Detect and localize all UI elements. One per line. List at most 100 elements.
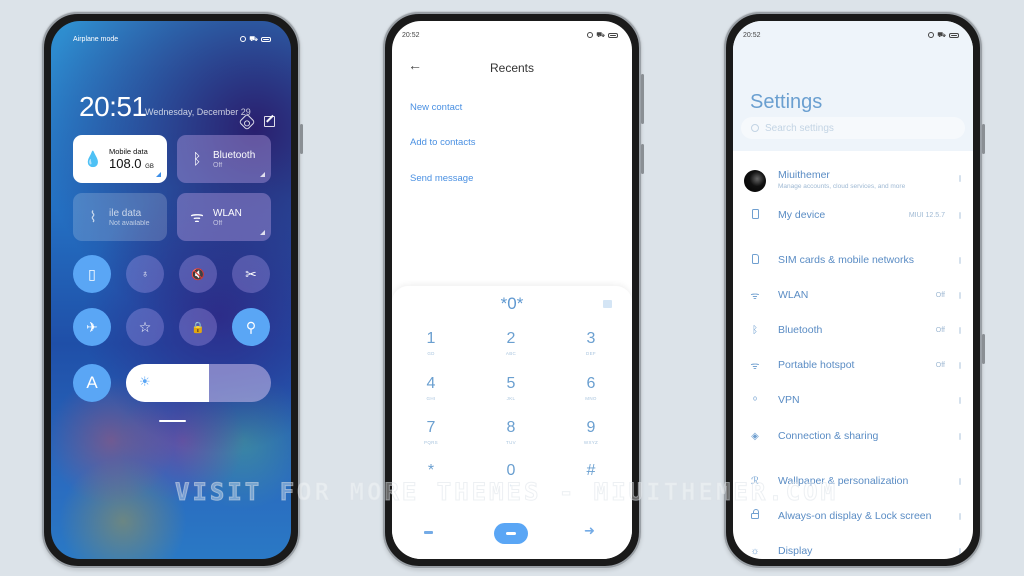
key-letters: GHI [426, 396, 436, 401]
drag-handle[interactable] [159, 420, 186, 422]
dial-key[interactable]: 3 DEF [561, 330, 621, 356]
status-bar: Airplane mode ⛟ [73, 33, 271, 45]
settings-item-always-on-display-lock-screen[interactable]: Always-on display & Lock screen [733, 504, 973, 528]
settings-item-wallpaper-personalization[interactable]: ℛ Wallpaper & personalization [733, 469, 973, 493]
settings-item-sim-cards-mobile-networks[interactable]: SIM cards & mobile networks [733, 248, 973, 272]
delete-icon[interactable] [603, 300, 612, 308]
tile-status: Not available [109, 219, 150, 227]
toggle-location[interactable]: ⚲ [232, 308, 270, 346]
auto-brightness-icon: A [86, 373, 98, 392]
settings-item-label: Display [778, 545, 813, 557]
water-drop-icon: 💧 [83, 151, 103, 168]
toggle-favorite[interactable]: ☆ [126, 308, 164, 346]
toggle-screenshot[interactable]: ✂ [232, 255, 270, 293]
account-subtitle: Manage accounts, cloud services, and mor… [778, 183, 906, 190]
key-letters: WXYZ [583, 440, 599, 445]
toggle-airplane[interactable]: ✈ [73, 308, 111, 346]
settings-item-label: Always-on display & Lock screen [778, 510, 932, 522]
dial-key[interactable]: 9 WXYZ [561, 419, 621, 445]
cart-icon: ⛟ [596, 31, 605, 39]
key-letters: DEF [586, 351, 596, 356]
settings-item-connection-sharing[interactable]: ◈ Connection & sharing [733, 424, 973, 448]
toggle-mute[interactable]: 🔇 [179, 255, 217, 293]
expand-corner-icon [260, 172, 265, 177]
dial-key[interactable]: # [561, 462, 621, 483]
settings-item-label: WLAN [778, 289, 809, 301]
settings-item-display[interactable]: ☼ Display [733, 539, 973, 559]
settings-item-wlan[interactable]: ᯤ WLAN Off [733, 283, 973, 307]
add-to-contacts-link[interactable]: Add to contacts [410, 137, 475, 148]
settings-item-value: Off [935, 326, 945, 334]
key-letters: TUV [506, 440, 516, 445]
wifi-icon: ᯤ [190, 209, 204, 226]
dial-key[interactable]: 6 MNO [561, 375, 621, 401]
settings-item-value: MIUI 12.5.7 [908, 211, 945, 219]
auto-brightness-button[interactable]: A [73, 364, 111, 402]
edit-icon[interactable] [264, 116, 275, 127]
display-icon: ☼ [750, 545, 760, 557]
key-digit: 9 [586, 419, 596, 436]
tile-title: ile data [109, 207, 142, 219]
key-digit: 5 [506, 375, 516, 392]
tile-bluetooth[interactable]: ᛒ Bluetooth Off [177, 135, 271, 183]
dial-key[interactable]: 7 PQRS [401, 419, 461, 445]
volume-button [641, 74, 644, 124]
alarm-icon [928, 32, 935, 38]
vpn-icon: ᵒ [753, 394, 757, 406]
settings-item-bluetooth[interactable]: ᛒ Bluetooth Off [733, 318, 973, 342]
settings-item-label: My device [778, 209, 826, 221]
toggle-lock[interactable]: 🔒 [179, 308, 217, 346]
toggle-flashlight[interactable]: ♁ [126, 255, 164, 293]
search-placeholder: Search settings [765, 122, 834, 134]
bluetooth-icon: ᛒ [752, 324, 758, 336]
key-digit: 6 [586, 375, 596, 392]
flashlight-icon: ♁ [141, 268, 149, 280]
avatar[interactable] [744, 170, 766, 192]
account-name[interactable]: Miuithemer [778, 169, 830, 181]
dial-input[interactable]: *0* [392, 294, 632, 314]
phone-dialer: 20:52 ⛟ ← Recents New contact Add to con… [383, 12, 644, 568]
tile-title: Bluetooth [213, 149, 256, 161]
dial-key[interactable]: 4 GHI [401, 375, 461, 401]
call-button[interactable] [494, 523, 528, 544]
send-message-link[interactable]: Send message [410, 173, 473, 184]
more-indicator [959, 512, 961, 520]
settings-item-value: Off [935, 361, 945, 369]
phone-control-center: Airplane mode ⛟ 20:51 Wednesday, Decembe… [42, 12, 303, 568]
dial-key[interactable]: 0 + [481, 462, 541, 488]
settings-item-vpn[interactable]: ᵒ VPN [733, 388, 973, 412]
battery-icon [949, 32, 959, 38]
new-contact-link[interactable]: New contact [410, 102, 462, 113]
settings-item-portable-hotspot[interactable]: ᯤ Portable hotspot Off [733, 353, 973, 377]
key-digit: 8 [506, 419, 516, 436]
status-bar: 20:52 ⛟ [743, 29, 959, 41]
favorite-icon: ☆ [138, 318, 152, 335]
dial-key[interactable]: 5 JKL [481, 375, 541, 401]
alarm-icon [240, 36, 247, 42]
data-usage-unit: GB [145, 164, 154, 170]
volume-button [982, 124, 985, 154]
more-indicator [959, 361, 961, 369]
dial-key[interactable]: 8 TUV [481, 419, 541, 445]
tile-wlan[interactable]: ᯤ WLAN Off [177, 193, 271, 241]
collapse-keypad-button[interactable] [424, 531, 433, 534]
more-indicator [959, 174, 961, 182]
search-input[interactable]: Search settings [741, 117, 965, 139]
clock-date: Wednesday, December 29 [145, 107, 251, 117]
status-bar: 20:52 ⛟ [402, 29, 618, 41]
brightness-slider[interactable]: ☀ [126, 364, 271, 402]
dial-key[interactable]: 1 GD [401, 330, 461, 356]
cart-icon: ⛟ [937, 31, 946, 39]
bluetooth-icon: ᛒ [192, 150, 202, 168]
settings-item-my-device[interactable]: My device MIUI 12.5.7 [733, 203, 973, 227]
airplane-icon: ✈ [86, 318, 98, 335]
dial-key[interactable]: 2 ABC [481, 330, 541, 356]
tile-mobile-data[interactable]: 💧 Mobile data 108.0 GB [73, 135, 167, 183]
toggle-vibrate[interactable]: ▯ [73, 255, 111, 293]
tile-mobile-data-unavailable[interactable]: ⌇ ile data Not available [73, 193, 167, 241]
more-indicator [959, 256, 961, 264]
forward-arrow-icon[interactable]: ➜ [584, 523, 595, 539]
settings-item-label: Portable hotspot [778, 359, 855, 371]
dial-key[interactable]: * [401, 462, 461, 483]
key-letters: + [509, 483, 513, 488]
